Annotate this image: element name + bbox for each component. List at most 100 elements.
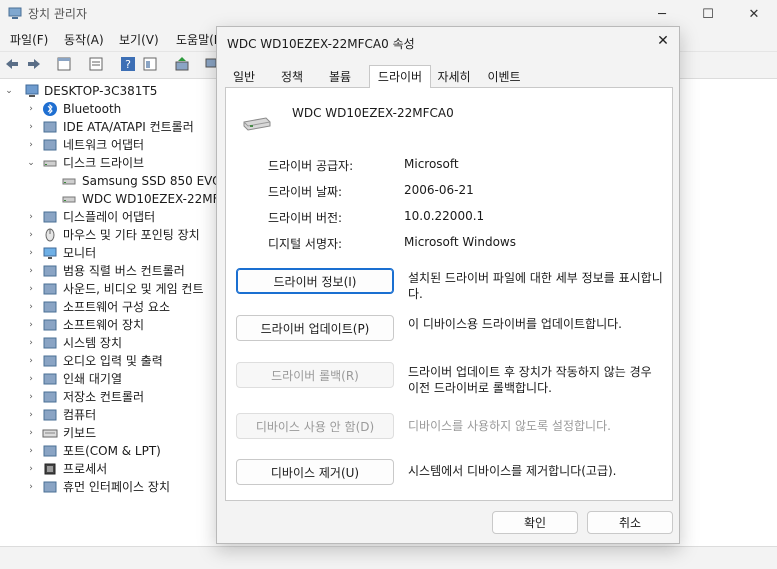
roll-back-driver-description: 드라이버 업데이트 후 장치가 작동하지 않는 경우 이전 드라이버로 롤백합니… — [408, 365, 652, 395]
chevron-right-icon[interactable]: › — [26, 136, 36, 154]
tree-item[interactable]: › Bluetooth — [0, 100, 216, 118]
list-view-icon[interactable] — [88, 56, 104, 72]
chevron-right-icon[interactable]: › — [26, 298, 36, 316]
tree-item-label: 디스크 드라이브 — [63, 156, 145, 170]
console-tree-icon[interactable] — [142, 56, 158, 72]
tree-item[interactable]: › 네트워크 어댑터 — [0, 136, 216, 154]
menu-view[interactable]: 보기(V) — [119, 31, 159, 48]
forward-arrow-icon[interactable] — [26, 56, 42, 72]
tree-item[interactable]: › 키보드 — [0, 424, 216, 442]
chevron-down-icon[interactable]: ⌄ — [26, 154, 36, 172]
tree-item[interactable]: › 디스플레이 어댑터 — [0, 208, 216, 226]
driver-details-button[interactable]: 드라이버 정보(I) — [236, 268, 394, 294]
chevron-right-icon[interactable]: › — [26, 226, 36, 244]
tree-item-label: 모니터 — [63, 246, 97, 260]
disable-device-button[interactable]: 디바이스 사용 안 함(D) — [236, 413, 394, 439]
tab-events[interactable]: 이벤트 — [479, 68, 529, 87]
tree-root-item[interactable]: ⌄ DESKTOP-3C381T5 — [0, 82, 216, 100]
back-arrow-icon[interactable] — [4, 56, 20, 72]
tree-item[interactable]: › 소프트웨어 장치 — [0, 316, 216, 334]
tree-item-label: WDC WD10EZEX-22MFC — [82, 192, 228, 206]
tree-child-item[interactable]: Samsung SSD 850 EVO — [0, 172, 222, 190]
tree-item[interactable]: › 포트(COM & LPT) — [0, 442, 216, 460]
chevron-right-icon[interactable]: › — [26, 208, 36, 226]
chevron-right-icon[interactable]: › — [26, 370, 36, 388]
tree-item[interactable]: › 마우스 및 기타 포인팅 장치 — [0, 226, 216, 244]
chevron-right-icon[interactable]: › — [26, 460, 36, 478]
maximize-button[interactable]: ☐ — [685, 0, 731, 28]
disk-drive-icon — [62, 196, 76, 203]
device-manager-app-icon — [8, 7, 22, 19]
minimize-button[interactable]: ─ — [639, 0, 685, 28]
tree-item[interactable]: › 범용 직렬 버스 컨트롤러 — [0, 262, 216, 280]
disk-drive-icon — [43, 160, 57, 167]
close-window-button[interactable]: ✕ — [731, 0, 777, 28]
update-driver-button[interactable]: 드라이버 업데이트(P) — [236, 315, 394, 341]
network-adapter-icon — [43, 139, 57, 151]
tree-item[interactable]: › 휴먼 인터페이스 장치 — [0, 478, 216, 496]
tree-item[interactable]: › 시스템 장치 — [0, 334, 216, 352]
system-device-icon — [43, 337, 57, 349]
tree-item-label: 프로세서 — [63, 462, 108, 476]
chevron-right-icon[interactable]: › — [26, 334, 36, 352]
tree-item-label: 네트워크 어댑터 — [63, 138, 145, 152]
tree-item-label: 디스플레이 어댑터 — [63, 210, 156, 224]
chevron-right-icon[interactable]: › — [26, 280, 36, 298]
uninstall-device-button[interactable]: 디바이스 제거(U) — [236, 459, 394, 485]
tab-general[interactable]: 일반 — [225, 68, 263, 87]
tree-item[interactable]: › 사운드, 비디오 및 게임 컨트 — [0, 280, 216, 298]
help-icon[interactable]: ? — [120, 56, 136, 72]
chevron-right-icon[interactable]: › — [26, 352, 36, 370]
chevron-right-icon[interactable]: › — [26, 262, 36, 280]
tree-item-label: 소프트웨어 구성 요소 — [63, 300, 170, 314]
tree-item[interactable]: › 프로세서 — [0, 460, 216, 478]
tab-driver[interactable]: 드라이버 — [369, 65, 431, 88]
chevron-right-icon[interactable]: › — [26, 424, 36, 442]
driver-provider-value: Microsoft — [404, 157, 459, 171]
tree-item[interactable]: ⌄ 디스크 드라이브 — [0, 154, 216, 172]
menu-action[interactable]: 동작(A) — [64, 31, 104, 48]
tree-item[interactable]: › 인쇄 대기열 — [0, 370, 216, 388]
disk-drive-icon — [243, 117, 271, 131]
update-driver-icon[interactable] — [174, 56, 190, 72]
chevron-right-icon[interactable]: › — [26, 478, 36, 496]
driver-version-label: 드라이버 버전: — [268, 211, 343, 225]
chevron-right-icon[interactable]: › — [26, 118, 36, 136]
tree-item[interactable]: › 오디오 입력 및 출력 — [0, 352, 216, 370]
tree-item[interactable]: › 저장소 컨트롤러 — [0, 388, 216, 406]
tab-policies[interactable]: 정책 — [269, 68, 315, 87]
uninstall-device-description: 시스템에서 디바이스를 제거합니다(고급). — [408, 464, 617, 478]
tree-item[interactable]: › IDE ATA/ATAPI 컨트롤러 — [0, 118, 216, 136]
chevron-right-icon[interactable]: › — [26, 442, 36, 460]
tree-item-label: 컴퓨터 — [63, 408, 97, 422]
display-adapter-icon — [43, 211, 57, 223]
hid-icon — [43, 481, 57, 493]
chevron-right-icon[interactable]: › — [26, 316, 36, 334]
tree-item-label: Samsung SSD 850 EVO — [82, 174, 222, 188]
cancel-button[interactable]: 취소 — [587, 511, 673, 534]
tree-item-label: 포트(COM & LPT) — [63, 444, 161, 458]
computer-icon — [43, 409, 57, 421]
chevron-right-icon[interactable]: › — [26, 388, 36, 406]
port-icon — [43, 445, 57, 457]
title-bar: 장치 관리자 ─ ☐ ✕ — [0, 0, 777, 28]
tree-item[interactable]: › 소프트웨어 구성 요소 — [0, 298, 216, 316]
dialog-close-button[interactable]: ✕ — [653, 31, 673, 51]
tree-item[interactable]: › 모니터 — [0, 244, 216, 262]
chevron-right-icon[interactable]: › — [26, 100, 36, 118]
tree-child-item[interactable]: WDC WD10EZEX-22MFC — [0, 190, 228, 208]
tab-details[interactable]: 자세히 — [431, 68, 477, 87]
chevron-down-icon[interactable]: ⌄ — [4, 82, 14, 100]
chevron-right-icon[interactable]: › — [26, 406, 36, 424]
ok-button[interactable]: 확인 — [492, 511, 578, 534]
tree-item[interactable]: › 컴퓨터 — [0, 406, 216, 424]
menu-file[interactable]: 파일(F) — [10, 31, 48, 48]
properties-view-icon[interactable] — [56, 56, 72, 72]
tab-volumes[interactable]: 볼륨 — [317, 68, 363, 87]
chevron-right-icon[interactable]: › — [26, 244, 36, 262]
digital-signer-value: Microsoft Windows — [404, 235, 516, 249]
driver-tab-panel: WDC WD10EZEX-22MFCA0 드라이버 공급자: Microsoft… — [225, 87, 673, 501]
roll-back-driver-button[interactable]: 드라이버 롤백(R) — [236, 362, 394, 388]
tree-item-label: 키보드 — [63, 426, 97, 440]
software-component-icon — [43, 301, 57, 313]
